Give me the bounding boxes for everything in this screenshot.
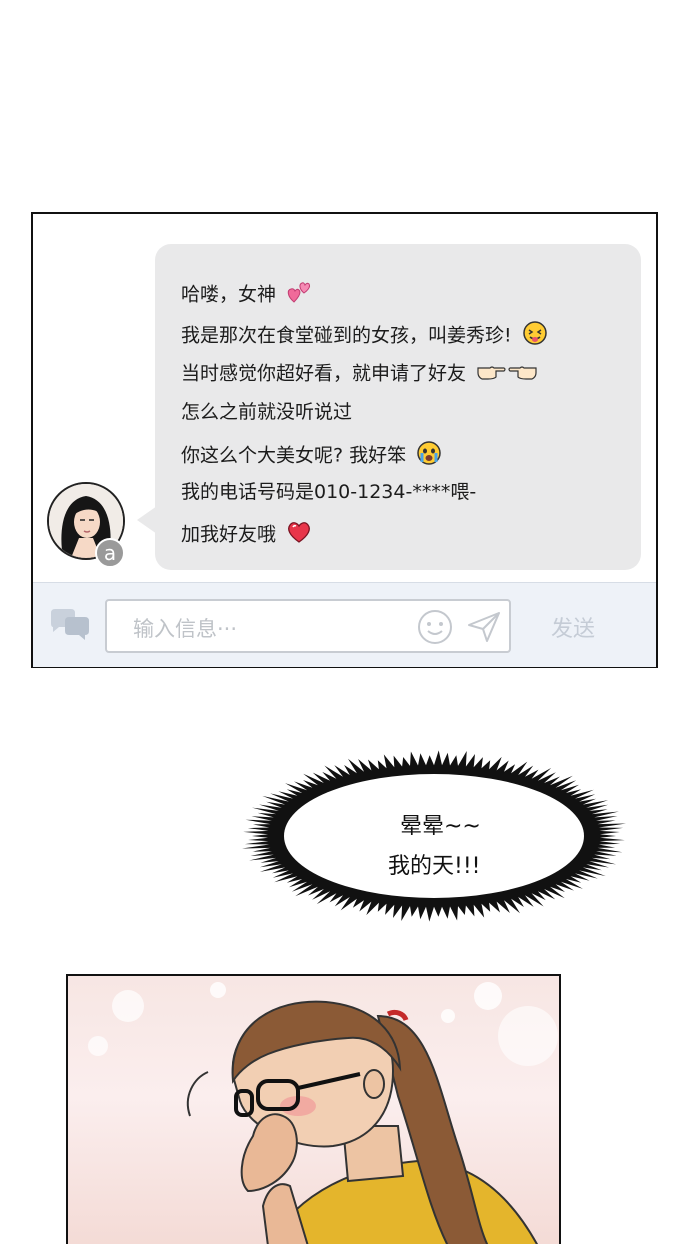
- message-text: 当时感觉你超好看，就申请了好友: [181, 362, 467, 385]
- bubble-tail: [137, 506, 157, 534]
- send-arrow-icon[interactable]: [467, 611, 501, 647]
- burst-line-2: 我的天!!!: [388, 854, 481, 879]
- message-text: 我的电话号码是010-1234-****喂-: [181, 481, 477, 503]
- message-line: 我的电话号码是010-1234-****喂-: [181, 480, 476, 504]
- blushing-girl-illustration: [88, 982, 558, 1244]
- burst-speech-bubble: 晕晕~~ 我的天!!!: [236, 730, 632, 942]
- burst-line-1: 晕晕~~: [400, 814, 481, 839]
- smiley-icon[interactable]: [417, 609, 453, 649]
- chat-bubbles-icon[interactable]: [47, 607, 91, 647]
- avatar-badge: a: [95, 538, 125, 568]
- input-placeholder: 输入信息···: [133, 617, 238, 641]
- message-text: 我是那次在食堂碰到的女孩，叫姜秀珍!: [181, 324, 512, 347]
- message-bubble: 哈喽，女神 我是那次在食堂碰到的女孩，叫姜秀珍! 当时感觉你超好看，就申请了好友…: [137, 244, 641, 570]
- send-button[interactable]: 发送: [551, 611, 595, 643]
- message-input[interactable]: 输入信息···: [105, 599, 511, 653]
- message-line: 哈喽，女神: [181, 280, 312, 310]
- chat-panel: 哈喽，女神 我是那次在食堂碰到的女孩，叫姜秀珍! 当时感觉你超好看，就申请了好友…: [31, 212, 658, 668]
- message-text: 哈喽，女神: [181, 283, 277, 306]
- message-line: 怎么之前就没听说过: [181, 400, 352, 424]
- comic-panel: [66, 974, 561, 1244]
- two-hearts-icon: [286, 280, 312, 310]
- pointing-hands-icon: [476, 360, 538, 388]
- message-line: 加我好友哦: [181, 520, 312, 550]
- message-text: 加我好友哦: [181, 523, 277, 546]
- message-line: 当时感觉你超好看，就申请了好友: [181, 360, 538, 388]
- message-text: 你这么个大美女呢? 我好笨: [181, 444, 407, 467]
- message-line: 我是那次在食堂碰到的女孩，叫姜秀珍!: [181, 320, 548, 352]
- message-input-bar: 输入信息··· 发送: [33, 582, 656, 667]
- message-text: 怎么之前就没听说过: [181, 401, 353, 423]
- winking-tongue-face-icon: [522, 320, 548, 352]
- message-line: 你这么个大美女呢? 我好笨: [181, 440, 442, 472]
- red-heart-icon: [286, 520, 312, 550]
- crying-face-icon: [416, 440, 442, 472]
